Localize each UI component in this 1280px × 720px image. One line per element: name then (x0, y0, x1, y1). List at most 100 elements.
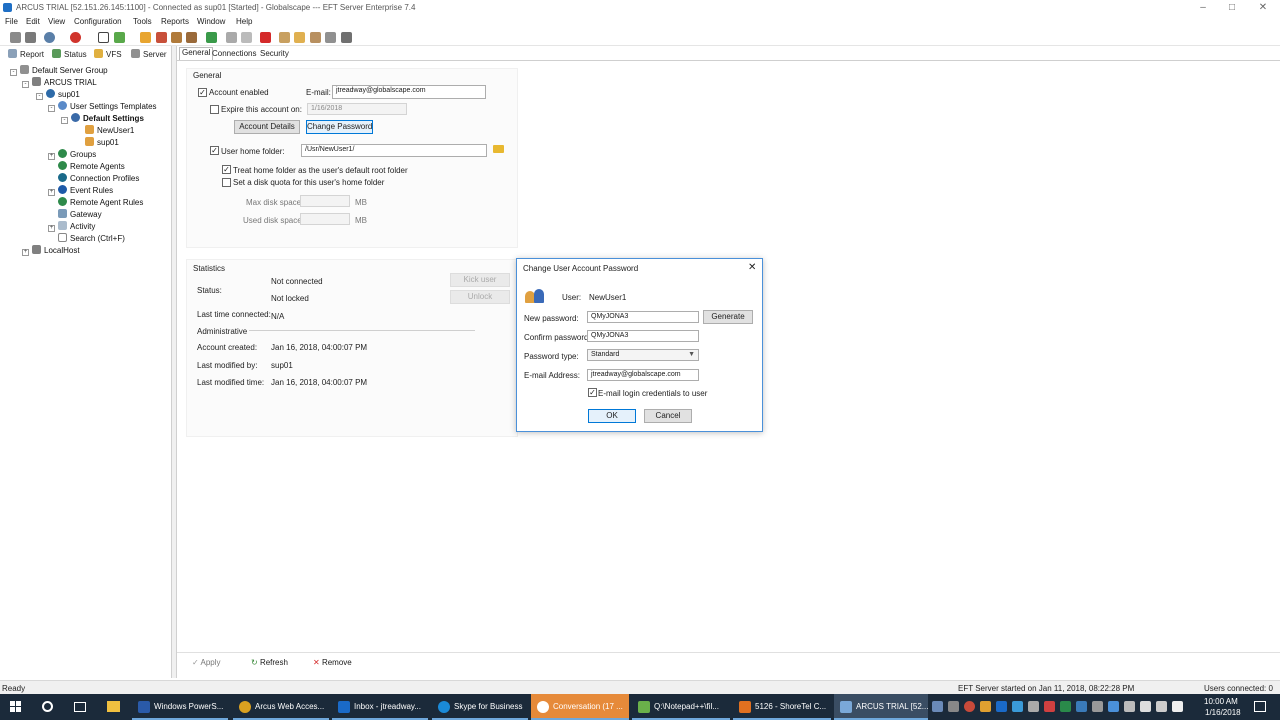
collapse-icon[interactable]: - (10, 69, 17, 76)
tab-status[interactable]: Status (52, 49, 87, 61)
tab-server[interactable]: Server (131, 49, 167, 61)
windows-start-icon[interactable] (10, 701, 22, 713)
tray-app7-icon[interactable] (1108, 701, 1119, 712)
expand-icon[interactable]: + (48, 153, 55, 160)
ok-button[interactable]: OK (588, 409, 636, 423)
settings-icon[interactable] (156, 32, 167, 43)
menu-view[interactable]: View (48, 17, 65, 26)
menu-window[interactable]: Window (197, 17, 225, 26)
tray-outlook-icon[interactable] (996, 701, 1007, 712)
tray-network-icon[interactable] (932, 701, 943, 712)
expand-icon[interactable]: + (48, 225, 55, 232)
tree-user-newuser1[interactable]: NewUser1 (85, 125, 134, 137)
tools-icon[interactable] (341, 32, 352, 43)
tray-app-icon[interactable] (948, 701, 959, 712)
close-button[interactable]: ✕ (1246, 1, 1280, 14)
notification-center-icon[interactable] (1254, 701, 1266, 712)
start-service-icon[interactable] (44, 32, 55, 43)
confirm-password-field[interactable]: QMyJONA3 (587, 330, 699, 342)
email-field[interactable]: jtreadway@globalscape.com (332, 85, 486, 99)
task-powershell[interactable]: Windows PowerS... (132, 694, 228, 720)
tray-wifi-icon[interactable] (1140, 701, 1151, 712)
menu-configuration[interactable]: Configuration (74, 17, 122, 26)
change-password-button[interactable]: Change Password (306, 120, 373, 134)
menu-edit[interactable]: Edit (26, 17, 40, 26)
cancel-button[interactable]: Cancel (644, 409, 692, 423)
tray-volume-icon[interactable] (1156, 701, 1167, 712)
menu-file[interactable]: File (5, 17, 18, 26)
tab-security[interactable]: Security (260, 49, 289, 58)
task-notepad[interactable]: Q:\Notepad++\fil... (632, 694, 730, 720)
task-chrome[interactable]: Arcus Web Acces... (233, 694, 329, 720)
email-address-field[interactable]: jtreadway@globalscape.com (587, 369, 699, 381)
home-folder-field[interactable]: /Usr/NewUser1/ (301, 144, 487, 157)
task-conversation[interactable]: Conversation (17 ... (531, 694, 629, 720)
tray-warning-icon[interactable] (980, 701, 991, 712)
generate-button[interactable]: Generate (703, 310, 753, 324)
disconnect-icon[interactable] (25, 32, 36, 43)
task-skype[interactable]: Skype for Business (432, 694, 528, 720)
refresh-button[interactable]: ↻ Refresh (251, 658, 288, 667)
menu-help[interactable]: Help (236, 17, 252, 26)
max-disk-field[interactable] (300, 195, 350, 207)
account-enabled-checkbox[interactable]: ✓ (198, 88, 207, 97)
tray-keyboard-icon[interactable] (1172, 701, 1183, 712)
tree-user-settings-templates[interactable]: - User Settings Templates (48, 101, 157, 113)
copy-icon[interactable] (226, 32, 237, 43)
tray-app3-icon[interactable] (1044, 701, 1055, 712)
tray-app6-icon[interactable] (1092, 701, 1103, 712)
collapse-icon[interactable]: - (48, 105, 55, 112)
tray-app4-icon[interactable] (1060, 701, 1071, 712)
expand-icon[interactable]: + (48, 189, 55, 196)
home-folder-checkbox[interactable]: ✓ (210, 146, 219, 155)
task-shoretel[interactable]: 5126 - ShoreTel C... (733, 694, 831, 720)
tree-default-server-group[interactable]: - Default Server Group (10, 65, 108, 77)
new-site-icon[interactable] (186, 32, 197, 43)
tree-localhost[interactable]: + LocalHost (22, 245, 80, 257)
delete-icon[interactable] (260, 32, 271, 43)
collapse-icon[interactable]: - (22, 81, 29, 88)
task-view-icon[interactable] (74, 702, 86, 712)
task-outlook[interactable]: Inbox - jtreadway... (332, 694, 428, 720)
clock-time[interactable]: 10:00 AM (1204, 697, 1238, 706)
tree-remote-agent-rules[interactable]: Remote Agent Rules (58, 197, 143, 209)
stop-service-icon[interactable] (70, 32, 81, 43)
remove-button[interactable]: ✕ Remove (313, 658, 352, 667)
tray-app2-icon[interactable] (1028, 701, 1039, 712)
menu-reports[interactable]: Reports (161, 17, 189, 26)
tree-sup01-site[interactable]: - sup01 (36, 89, 80, 101)
tray-chrome-icon[interactable] (964, 701, 975, 712)
used-disk-field[interactable] (300, 213, 350, 225)
password-type-select[interactable]: Standard ▼ (587, 349, 699, 361)
new-rule-icon[interactable] (206, 32, 217, 43)
connect-icon[interactable] (10, 32, 21, 43)
collapse-icon[interactable]: - (61, 117, 68, 124)
tray-skype-icon[interactable] (1012, 701, 1023, 712)
dialog-close-icon[interactable]: ✕ (748, 262, 756, 273)
clock-date[interactable]: 1/16/2018 (1205, 708, 1241, 717)
folder-icon[interactable] (294, 32, 305, 43)
treat-home-root-checkbox[interactable]: ✓ (222, 165, 231, 174)
tree-arcus-trial[interactable]: - ARCUS TRIAL (22, 77, 97, 89)
expire-account-checkbox[interactable] (210, 105, 219, 114)
tree-gateway[interactable]: Gateway (58, 209, 102, 221)
file-explorer-icon[interactable] (107, 701, 120, 712)
account-details-button[interactable]: Account Details (234, 120, 300, 134)
apply-check-icon[interactable] (98, 32, 109, 43)
new-user-icon[interactable] (140, 32, 151, 43)
kick-user-button[interactable]: Kick user (450, 273, 510, 287)
tree-connection-profiles[interactable]: Connection Profiles (58, 173, 139, 185)
tab-connections[interactable]: Connections (212, 49, 256, 58)
apply-button[interactable]: ✓ Apply (192, 658, 221, 667)
report-icon[interactable] (279, 32, 290, 43)
tray-app5-icon[interactable] (1076, 701, 1087, 712)
new-password-field[interactable]: QMyJONA3 (587, 311, 699, 323)
tree-activity[interactable]: + Activity (48, 221, 95, 233)
tree-user-sup01[interactable]: sup01 (85, 137, 119, 149)
browse-folder-icon[interactable] (493, 145, 504, 153)
unlock-button[interactable]: Unlock (450, 290, 510, 304)
disk-quota-checkbox[interactable] (222, 178, 231, 187)
tree-event-rules[interactable]: + Event Rules (48, 185, 113, 197)
tree-default-settings[interactable]: - Default Settings (61, 113, 144, 125)
refresh-icon[interactable] (114, 32, 125, 43)
